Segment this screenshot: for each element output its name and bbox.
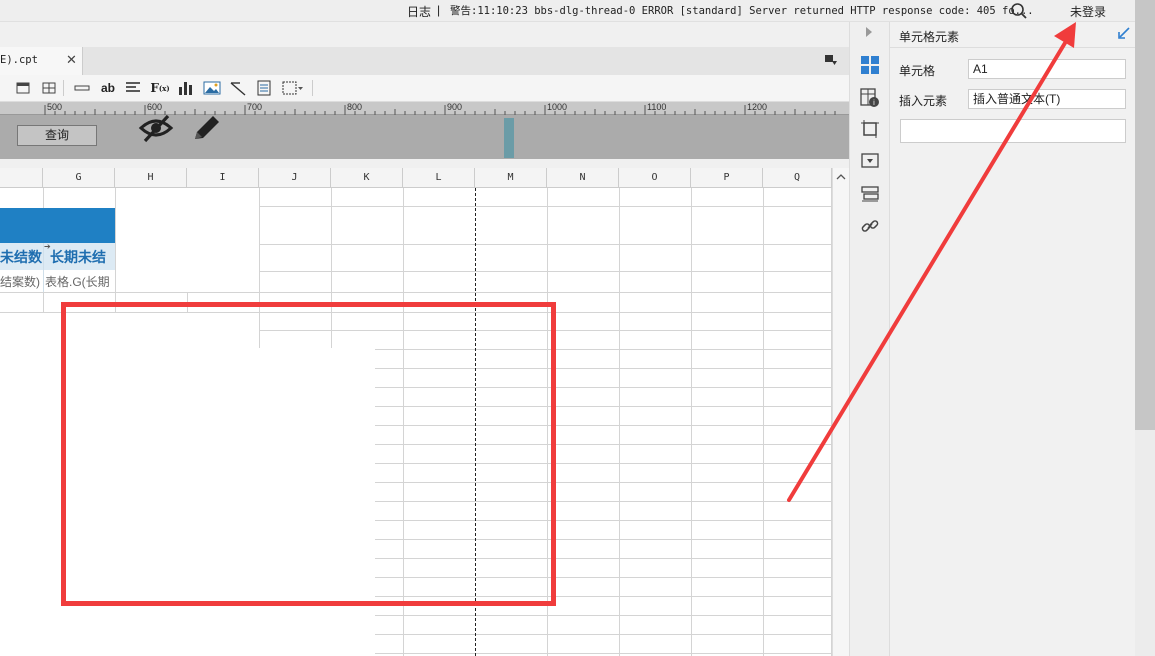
format-toolbar: ab F (x) — [0, 75, 849, 102]
collapse-arrow-icon[interactable] — [863, 24, 875, 40]
annotation-highlight-box — [61, 302, 556, 606]
cell-content-input[interactable] — [900, 119, 1126, 143]
cell-border-icon[interactable] — [860, 119, 880, 139]
header-cell-long-term-unsettled[interactable]: 长期未结 — [50, 247, 115, 267]
column-header-n[interactable]: N — [547, 168, 619, 188]
condition-attribute-icon[interactable] — [860, 184, 880, 204]
insert-element-value: 插入普通文本(T) — [973, 92, 1061, 106]
column-header-m[interactable]: M — [475, 168, 547, 188]
tab-bar: E).cpt ✕ — [0, 47, 849, 75]
image-icon[interactable] — [203, 79, 221, 97]
grid-line — [0, 292, 832, 293]
text-cell-icon[interactable]: ab — [100, 79, 116, 97]
grid-line — [259, 206, 832, 207]
column-header-l[interactable]: L — [403, 168, 475, 188]
query-button[interactable]: 查询 — [17, 125, 97, 146]
ruler-label: 800 — [347, 102, 363, 112]
column-header-k[interactable]: K — [331, 168, 403, 188]
ruler-ticks — [44, 105, 836, 115]
data-cell-closed-count[interactable]: 结案数) — [0, 273, 43, 290]
panel-divider — [890, 47, 1136, 48]
grid-line — [375, 634, 832, 635]
close-icon[interactable]: ✕ — [66, 52, 77, 68]
grid-line — [619, 188, 620, 656]
ruler-label: 1000 — [547, 102, 568, 112]
sub-report-icon[interactable] — [257, 79, 271, 97]
panel-title: 单元格元素 — [899, 30, 960, 44]
ruler-label: 1100 — [647, 102, 667, 112]
log-message: 警告:11:10:23 bbs-dlg-thread-0 ERROR [stan… — [450, 5, 1034, 17]
grid-line — [375, 653, 832, 654]
grid-line — [259, 271, 832, 272]
column-header-q[interactable]: Q — [763, 168, 832, 188]
toolbar-divider — [312, 80, 313, 96]
hide-eye-icon[interactable] — [138, 112, 174, 144]
search-icon[interactable] — [1010, 2, 1028, 20]
ruler-label: 500 — [47, 102, 63, 112]
data-cell-long-term-expression[interactable]: 表格.G(长期 — [45, 273, 115, 290]
slash-cell-icon[interactable] — [230, 79, 246, 97]
log-separator: | — [437, 3, 441, 17]
header-cell-unsettled-count[interactable]: 未结数 — [0, 247, 43, 267]
cell-properties-panel: 单元格元素 单元格 A1 插入元素 插入普通文本(T) — [889, 22, 1136, 656]
splitter-handle[interactable] — [504, 118, 514, 158]
cell-reference-input[interactable]: A1 — [968, 59, 1126, 79]
column-header-j[interactable]: J — [259, 168, 331, 188]
ruler-label: 600 — [147, 102, 163, 112]
insert-element-label: 插入元素 — [899, 94, 948, 108]
side-icon-bar: i — [849, 22, 889, 656]
grid-line — [259, 244, 832, 245]
border-dropdown-icon[interactable] — [282, 79, 304, 97]
column-header-row: G H I J K L M N O P Q — [0, 168, 832, 188]
tab-menu-icon[interactable] — [824, 54, 838, 66]
ruler-label: 1200 — [747, 102, 768, 112]
login-status-link[interactable]: 未登录 — [1070, 3, 1106, 20]
grid-vertical-scrollbar[interactable] — [832, 168, 849, 656]
column-header-g[interactable]: G — [43, 168, 115, 188]
designer-gap — [0, 159, 849, 168]
grid-line — [375, 615, 832, 616]
parameter-panel: 查询 — [0, 115, 849, 159]
ruler-label: 900 — [447, 102, 463, 112]
column-header-o[interactable]: O — [619, 168, 691, 188]
column-header-partial[interactable] — [0, 168, 43, 188]
chart-icon[interactable] — [178, 79, 194, 97]
insert-element-select[interactable]: 插入普通文本(T) — [968, 89, 1126, 109]
dock-arrow-icon[interactable] — [1118, 27, 1130, 39]
ruler-label: 700 — [247, 102, 263, 112]
cell-element-icon[interactable] — [860, 55, 880, 75]
tab-report-file[interactable]: E).cpt ✕ — [0, 47, 83, 75]
expand-arrow-icon: ➔ — [44, 242, 51, 251]
status-bar: 日志 | 警告:11:10:23 bbs-dlg-thread-0 ERROR … — [0, 0, 1135, 22]
grid-line — [115, 188, 116, 313]
cell-attribute-icon[interactable]: i — [860, 88, 880, 108]
split-cells-icon[interactable] — [42, 79, 56, 97]
align-text-icon[interactable] — [125, 79, 141, 97]
grid-line — [691, 188, 692, 656]
hyperlink-icon[interactable] — [860, 216, 880, 236]
window-scrollbar-thumb[interactable] — [1135, 0, 1155, 430]
column-header-i[interactable]: I — [187, 168, 259, 188]
widget-icon[interactable] — [860, 151, 880, 171]
merge-cells-icon[interactable] — [16, 79, 30, 97]
grid-line — [763, 188, 764, 656]
report-title-band — [0, 208, 115, 243]
log-label[interactable]: 日志 — [407, 3, 431, 20]
toolbar-spacer — [0, 22, 849, 47]
horizontal-ruler: 500 600 700 800 900 1000 1100 1200 — [0, 102, 849, 115]
insert-row-icon[interactable] — [74, 79, 90, 97]
tab-title: E).cpt — [0, 54, 38, 66]
column-header-p[interactable]: P — [691, 168, 763, 188]
svg-text:i: i — [873, 99, 875, 107]
column-header-h[interactable]: H — [115, 168, 187, 188]
cell-label: 单元格 — [899, 64, 936, 78]
pencil-edit-icon[interactable] — [190, 112, 224, 144]
chevron-up-icon[interactable] — [835, 172, 847, 182]
toolbar-divider — [63, 80, 64, 96]
formula-icon[interactable]: F (x) — [150, 79, 170, 97]
